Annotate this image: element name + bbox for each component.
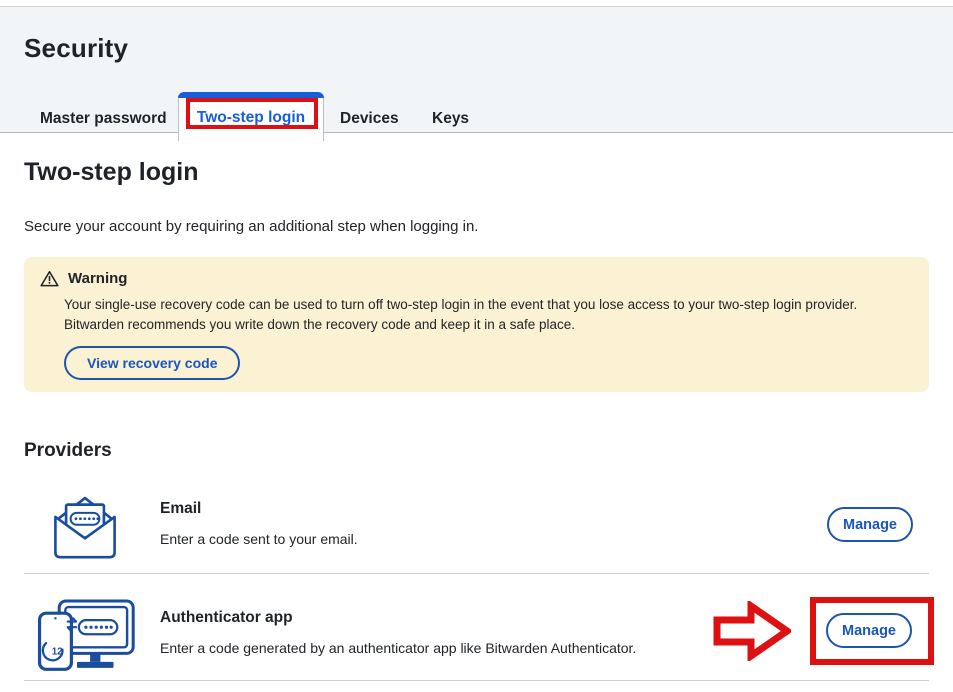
- page-title: Security: [24, 33, 128, 64]
- view-recovery-code-button[interactable]: View recovery code: [64, 346, 240, 380]
- provider-desc-email: Enter a code sent to your email.: [160, 531, 358, 547]
- warning-triangle-icon: [40, 270, 59, 287]
- manage-email-button[interactable]: Manage: [827, 507, 913, 542]
- warning-title: Warning: [68, 270, 127, 287]
- tab-label: Two-step login: [197, 109, 305, 127]
- intro-text: Secure your account by requiring an addi…: [24, 218, 478, 235]
- provider-name-email: Email: [160, 500, 201, 518]
- tab-master-password[interactable]: Master password: [40, 110, 167, 128]
- row-divider: [24, 573, 929, 574]
- tab-devices[interactable]: Devices: [340, 110, 399, 128]
- authenticator-app-icon: 12: [33, 598, 136, 682]
- red-annotation-arrow-icon: [713, 601, 791, 666]
- section-heading: Two-step login: [24, 158, 199, 187]
- providers-heading: Providers: [24, 440, 112, 462]
- tab-keys[interactable]: Keys: [432, 110, 469, 128]
- manage-authenticator-button[interactable]: Manage: [826, 613, 912, 648]
- svg-text:12: 12: [52, 646, 63, 657]
- active-tab-indicator: [178, 92, 324, 98]
- provider-desc-authenticator: Enter a code generated by an authenticat…: [160, 640, 636, 656]
- page-header: Security Master password Two-step login …: [0, 6, 953, 133]
- row-divider: [24, 680, 929, 681]
- security-settings-page: Security Master password Two-step login …: [0, 0, 953, 692]
- warning-body-text: Your single-use recovery code can be use…: [64, 295, 905, 334]
- tab-two-step-login[interactable]: Two-step login: [178, 92, 324, 141]
- provider-name-authenticator: Authenticator app: [160, 609, 293, 627]
- email-code-icon: [48, 489, 122, 568]
- warning-callout: Warning Your single-use recovery code ca…: [24, 257, 929, 392]
